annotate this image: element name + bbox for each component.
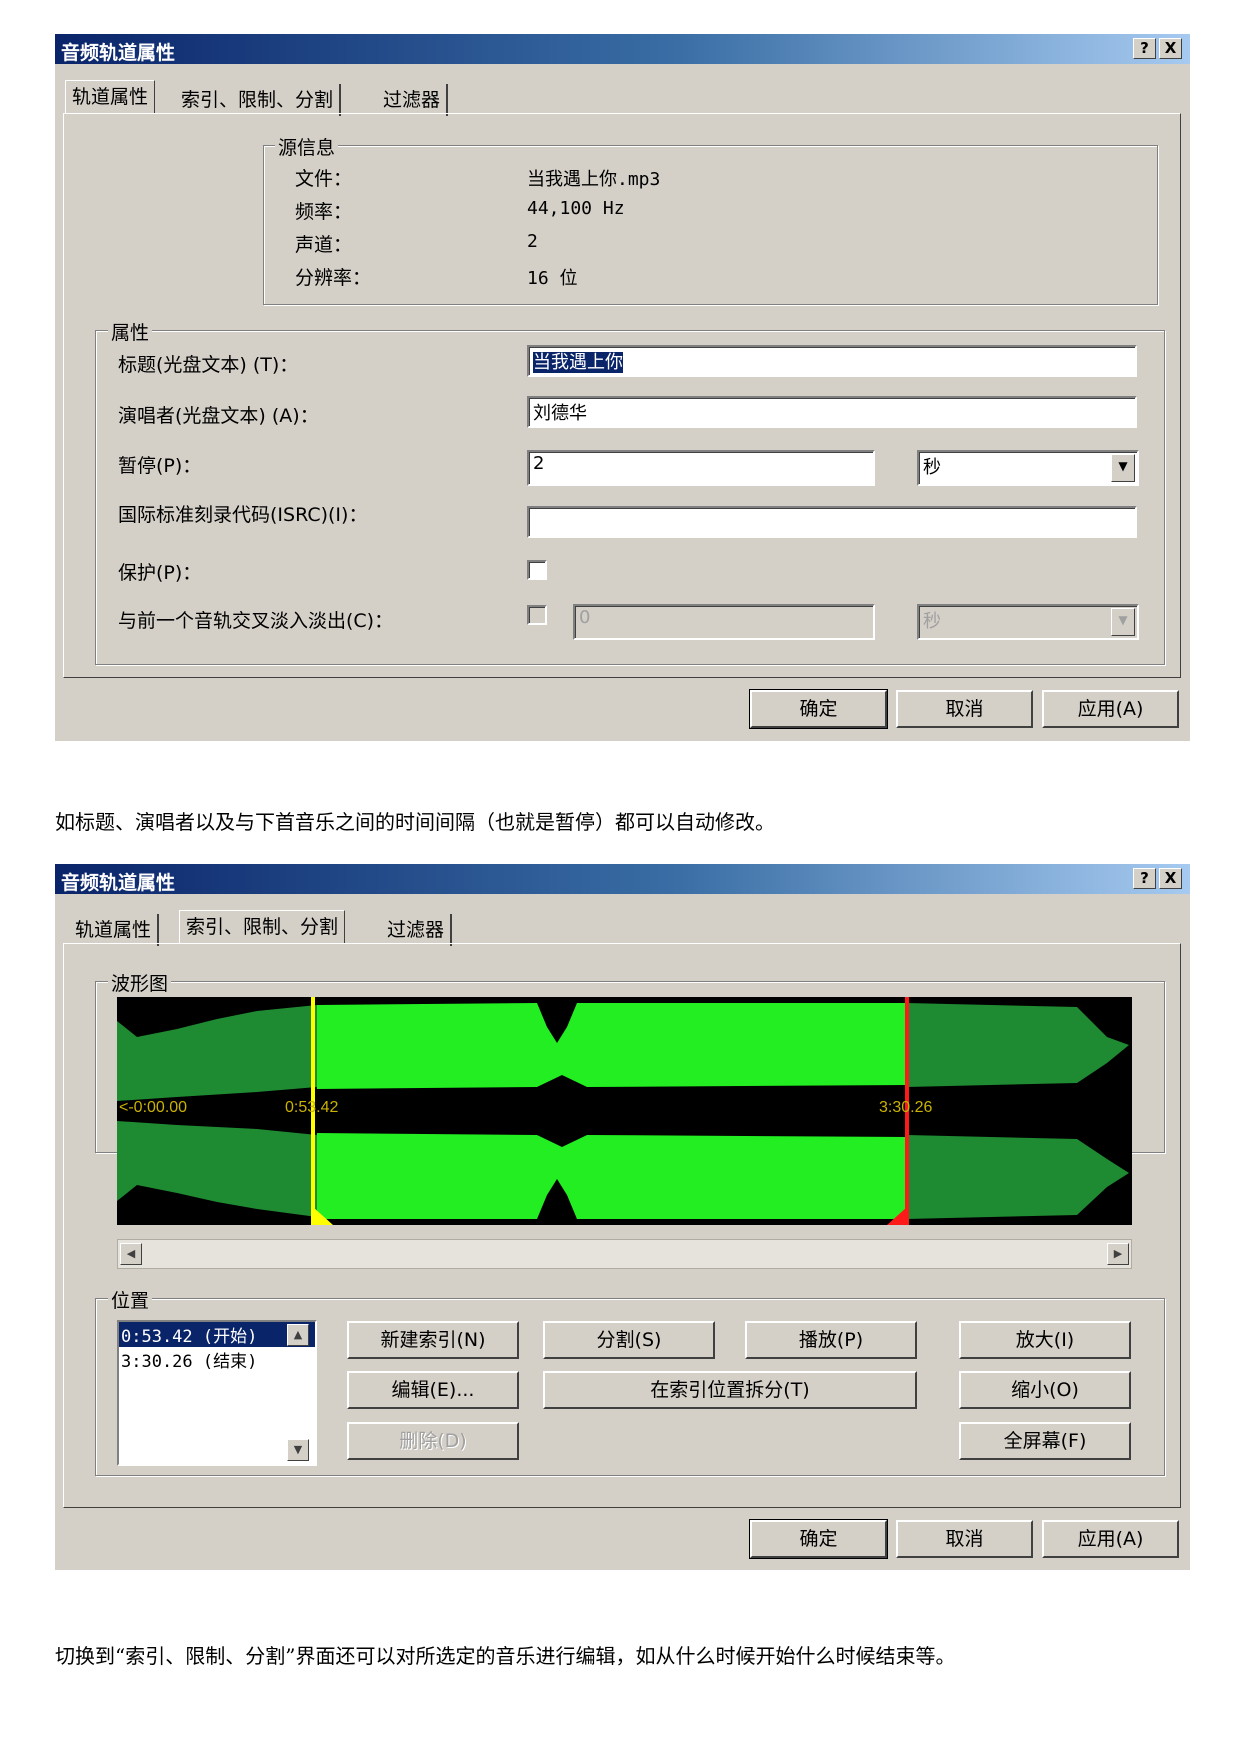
tab-index-limit-split[interactable]: 索引、限制、分割 (179, 910, 346, 944)
caption-2: 切换到“索引、限制、分割”界面还可以对所选定的音乐进行编辑，如从什么时候开始什么… (55, 1644, 956, 1668)
list-item[interactable]: 0:53.42 (开始) (119, 1322, 315, 1347)
close-button[interactable]: X (1159, 38, 1182, 59)
track-properties-dialog: 音频轨道属性 ? X 轨道属性 索引、限制、分割 过滤器 源信息 文件： 当我遇… (55, 34, 1190, 741)
tab-index-limit-split[interactable]: 索引、限制、分割 (175, 84, 342, 116)
frequency-value: 44,100 Hz (527, 198, 625, 219)
dialog-title: 音频轨道属性 (61, 42, 176, 64)
tab-track-properties[interactable]: 轨道属性 (69, 914, 160, 946)
crossfade-label: 与前一个音轨交叉淡入淡出(C)： (118, 610, 394, 632)
protect-label: 保护(P)： (118, 562, 202, 584)
channel-value: 2 (527, 231, 538, 252)
list-scroll-down-icon[interactable]: ▼ (287, 1439, 309, 1461)
title-bar: 音频轨道属性 ? X (55, 34, 1190, 64)
close-button[interactable]: X (1159, 868, 1182, 889)
title-input[interactable]: 当我遇上你 (527, 345, 1137, 377)
scroll-right-icon[interactable]: ▶ (1107, 1243, 1129, 1265)
artist-label: 演唱者(光盘文本) (A)： (118, 405, 319, 427)
pause-label: 暂停(P)： (118, 455, 202, 477)
list-scroll-up-icon[interactable]: ▲ (287, 1324, 309, 1346)
tab-filter[interactable]: 过滤器 (377, 84, 449, 116)
title-label: 标题(光盘文本) (T)： (118, 354, 299, 376)
caption-1: 如标题、演唱者以及与下首音乐之间的时间间隔（也就是暂停）都可以自动修改。 (55, 810, 775, 834)
frequency-label: 频率： (295, 201, 353, 223)
channel-label: 声道： (295, 234, 353, 256)
apply-button[interactable]: 应用(A) (1042, 1520, 1179, 1558)
waveform-marker-b-label: 3:30.26 (879, 1099, 933, 1116)
cancel-button[interactable]: 取消 (896, 1520, 1033, 1558)
new-index-button[interactable]: 新建索引(N) (347, 1321, 519, 1359)
waveform-view[interactable]: <-0:00.00 0:53.42 3:30.26 (117, 997, 1132, 1225)
zoom-out-button[interactable]: 缩小(O) (959, 1371, 1131, 1409)
waveform-legend: 波形图 (108, 969, 172, 996)
crossfade-unit-value: 秒 (923, 611, 941, 632)
ok-button[interactable]: 确定 (749, 689, 888, 729)
file-value: 当我遇上你.mp3 (527, 169, 661, 190)
split-button[interactable]: 分割(S) (543, 1321, 715, 1359)
help-button[interactable]: ? (1133, 868, 1156, 889)
artist-input[interactable]: 刘德华 (527, 396, 1137, 428)
tab-track-properties[interactable]: 轨道属性 (65, 80, 156, 114)
edit-button[interactable]: 编辑(E)... (347, 1371, 519, 1409)
waveform-start-label: <-0:00.00 (119, 1099, 188, 1116)
resolution-value: 16 位 (527, 268, 578, 289)
crossfade-unit-select[interactable]: 秒 ▼ (917, 604, 1139, 640)
track-properties-dialog-index: 音频轨道属性 ? X 轨道属性 索引、限制、分割 过滤器 波形图 <-0:00.… (55, 864, 1190, 1570)
ok-button[interactable]: 确定 (749, 1519, 888, 1559)
waveform-marker-a-label: 0:53.42 (285, 1099, 339, 1116)
zoom-in-button[interactable]: 放大(I) (959, 1321, 1131, 1359)
waveform-post-end (907, 1003, 1129, 1219)
crossfade-checkbox[interactable] (527, 605, 547, 625)
chevron-down-icon[interactable]: ▼ (1111, 454, 1135, 482)
help-button[interactable]: ? (1133, 38, 1156, 59)
resolution-label: 分辨率： (295, 267, 372, 289)
tab-filter[interactable]: 过滤器 (381, 914, 453, 946)
file-label: 文件： (295, 168, 353, 190)
position-legend: 位置 (108, 1286, 153, 1313)
pause-unit-select[interactable]: 秒 ▼ (917, 450, 1139, 486)
dialog-title: 音频轨道属性 (61, 872, 176, 894)
title-input-value: 当我遇上你 (533, 352, 623, 373)
pause-unit-value: 秒 (923, 457, 941, 478)
waveform-scrollbar[interactable]: ◀ ▶ (117, 1239, 1132, 1269)
protect-checkbox[interactable] (527, 560, 547, 580)
isrc-label: 国际标准刻录代码(ISRC)(I)： (118, 504, 368, 526)
delete-button[interactable]: 删除(D) (347, 1422, 519, 1460)
list-item[interactable]: 3:30.26 (结束) (119, 1347, 315, 1372)
play-button[interactable]: 播放(P) (745, 1321, 917, 1359)
fullscreen-button[interactable]: 全屏幕(F) (959, 1422, 1131, 1460)
waveform-selected (317, 1003, 907, 1219)
source-info-group (263, 145, 1158, 305)
cancel-button[interactable]: 取消 (896, 690, 1033, 728)
title-bar: 音频轨道属性 ? X (55, 864, 1190, 894)
source-info-legend: 源信息 (275, 133, 339, 160)
pause-input[interactable]: 2 (527, 450, 875, 486)
apply-button[interactable]: 应用(A) (1042, 690, 1179, 728)
isrc-input[interactable] (527, 506, 1137, 538)
chevron-down-icon[interactable]: ▼ (1111, 608, 1135, 636)
scroll-left-icon[interactable]: ◀ (120, 1243, 142, 1265)
crossfade-input[interactable]: 0 (573, 604, 875, 640)
waveform-svg (117, 997, 1129, 1225)
split-at-index-button[interactable]: 在索引位置拆分(T) (543, 1371, 917, 1409)
properties-legend: 属性 (108, 318, 153, 345)
